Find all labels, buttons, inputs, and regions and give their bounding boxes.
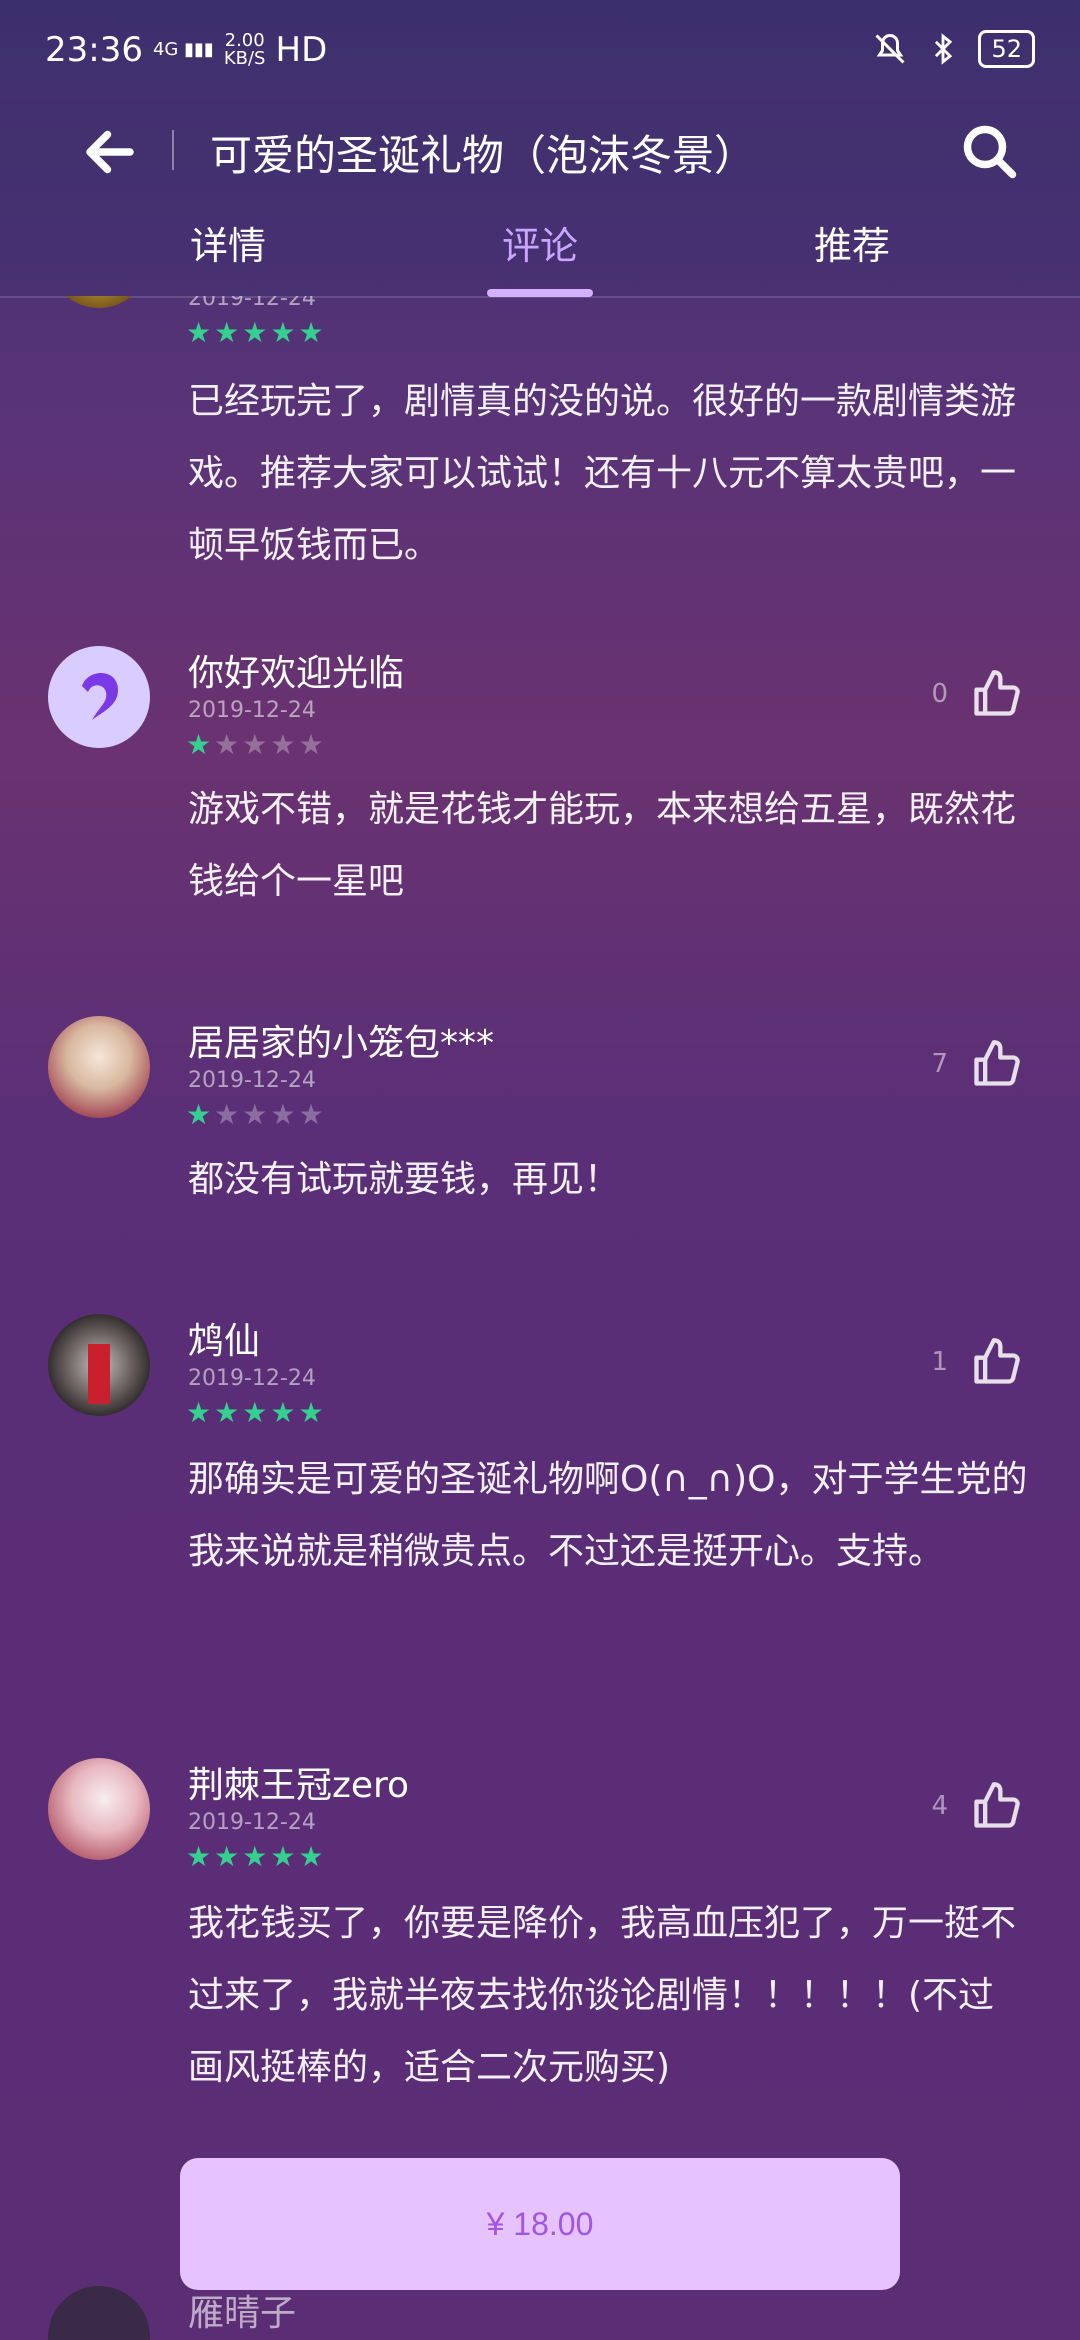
review-date: 2019-12-24 <box>188 698 316 723</box>
star-icon: ★ <box>186 728 215 761</box>
avatar[interactable] <box>48 1314 150 1416</box>
signal-icon: ▮▮▮ <box>184 39 214 60</box>
review-date: 2019-12-24 <box>188 1366 316 1391</box>
network-type: 4G <box>152 39 179 60</box>
star-icon: ★ <box>242 1098 271 1131</box>
thumbs-up-icon <box>974 1782 1020 1828</box>
review-text: 已经玩完了，剧情真的没的说。很好的一款剧情类游戏。推荐大家可以试试！还有十八元不… <box>188 381 1017 566</box>
search-icon[interactable] <box>960 122 1020 182</box>
speed-unit: KB/S <box>223 48 266 69</box>
bluetooth-icon <box>935 33 953 65</box>
star-icon: ★ <box>186 316 215 349</box>
star-icon: ★ <box>214 1098 243 1131</box>
star-rating: ★★★★★ <box>186 728 327 761</box>
review-item: 你好欢迎光临 2019-12-24 ★★★★★ 游戏不错，就是花钱才能玩，本来想… <box>0 646 1080 996</box>
avatar-detail <box>88 1344 110 1404</box>
back-arrow-icon[interactable] <box>80 122 140 182</box>
star-icon: ★ <box>242 316 271 349</box>
hd-indicator: HD <box>275 30 328 70</box>
star-icon: ★ <box>270 1396 299 1429</box>
review-list[interactable]: 2019-12-24 ★★★★★ 已经玩完了，剧情真的没的说。很好的一款剧情类游… <box>0 296 1080 2340</box>
thumbs-up-icon <box>974 1338 1020 1384</box>
tab-details[interactable]: 详情 <box>190 215 266 270</box>
star-icon: ★ <box>298 1840 327 1873</box>
star-icon: ★ <box>298 1098 327 1131</box>
avatar-logo-icon <box>82 672 118 720</box>
tab-bar: 详情 评论 推荐 <box>0 205 1080 297</box>
star-rating: ★★★★★ <box>186 316 327 349</box>
reviewer-name: 荆棘王冠zero <box>188 1765 410 1806</box>
clock: 23:36 <box>45 30 143 70</box>
star-icon: ★ <box>270 316 299 349</box>
header-divider <box>172 130 174 170</box>
reviewer-name: 你好欢迎光临 <box>188 653 405 694</box>
avatar[interactable] <box>48 1758 150 1860</box>
speed-indicator: 2.00 KB/S <box>224 32 266 68</box>
star-icon: ★ <box>270 1840 299 1873</box>
review-item: 雁晴子 <box>0 2286 1080 2340</box>
star-icon: ★ <box>298 1396 327 1429</box>
review-text: 都没有试玩就要钱，再见！ <box>188 1159 621 1200</box>
tab-comments[interactable]: 评论 <box>502 215 578 270</box>
like-count: 4 <box>931 1791 948 1821</box>
status-bar: 23:36 4G ▮▮▮ 2.00 KB/S HD 52 <box>0 0 1080 100</box>
network-indicator: 4G ▮▮▮ <box>153 41 214 59</box>
star-icon: ★ <box>186 1396 215 1429</box>
review-item: 荆棘王冠zero 2019-12-24 ★★★★★ 我花钱买了，你要是降价，我高… <box>0 1758 1080 2158</box>
star-icon: ★ <box>298 316 327 349</box>
like-button[interactable]: 1 <box>931 1336 1022 1388</box>
avatar[interactable] <box>48 2286 150 2340</box>
avatar[interactable] <box>48 646 150 748</box>
reviewer-name: 雁晴子 <box>188 2293 297 2334</box>
star-icon: ★ <box>270 1098 299 1131</box>
buy-button[interactable]: ¥ 18.00 <box>180 2158 900 2290</box>
avatar[interactable] <box>48 1016 150 1118</box>
status-right: 52 <box>872 30 1035 68</box>
app-header: 可爱的圣诞礼物（泡沫冬景） 详情 评论 推荐 <box>0 100 1080 298</box>
like-button[interactable]: 0 <box>931 668 1022 720</box>
thumbs-up-icon <box>974 1040 1020 1086</box>
review-text: 我花钱买了，你要是降价，我高血压犯了，万一挺不过来了，我就半夜去找你谈论剧情！！… <box>188 1903 1017 2088</box>
like-button[interactable]: 7 <box>931 1038 1022 1090</box>
star-icon: ★ <box>214 1840 243 1873</box>
status-left: 23:36 4G ▮▮▮ 2.00 KB/S HD <box>45 30 327 70</box>
star-icon: ★ <box>242 1396 271 1429</box>
like-count: 7 <box>931 1049 948 1079</box>
tab-recommend[interactable]: 推荐 <box>814 215 890 270</box>
mute-icon <box>875 33 906 64</box>
star-rating: ★★★★★ <box>186 1396 327 1429</box>
page-title: 可爱的圣诞礼物（泡沫冬景） <box>210 131 757 180</box>
like-count: 0 <box>931 679 948 709</box>
star-icon: ★ <box>186 1098 215 1131</box>
review-text: 游戏不错，就是花钱才能玩，本来想给五星，既然花钱给个一星吧 <box>188 789 1017 902</box>
review-date: 2019-12-24 <box>188 1810 316 1835</box>
star-icon: ★ <box>242 728 271 761</box>
star-icon: ★ <box>214 1396 243 1429</box>
star-rating: ★★★★★ <box>186 1098 327 1131</box>
star-icon: ★ <box>214 728 243 761</box>
avatar[interactable] <box>48 296 150 308</box>
reviewer-name: 居居家的小笼包*** <box>188 1023 495 1064</box>
review-item: 鸩仙 2019-12-24 ★★★★★ 那确实是可爱的圣诞礼物啊O(∩_∩)O，… <box>0 1314 1080 1734</box>
battery-icon: 52 <box>978 30 1035 68</box>
star-icon: ★ <box>270 728 299 761</box>
review-text: 那确实是可爱的圣诞礼物啊O(∩_∩)O，对于学生党的我来说就是稍微贵点。不过还是… <box>188 1459 1028 1572</box>
reviewer-name: 鸩仙 <box>188 1321 261 1362</box>
thumbs-up-icon <box>974 670 1020 716</box>
star-icon: ★ <box>242 1840 271 1873</box>
star-icon: ★ <box>186 1840 215 1873</box>
like-count: 1 <box>931 1347 948 1377</box>
star-rating: ★★★★★ <box>186 1840 327 1873</box>
review-date: 2019-12-24 <box>188 1068 316 1093</box>
review-item: 居居家的小笼包*** 2019-12-24 ★★★★★ 都没有试玩就要钱，再见！… <box>0 1016 1080 1296</box>
review-date: 2019-12-24 <box>188 296 316 311</box>
like-button[interactable]: 4 <box>931 1780 1022 1832</box>
star-icon: ★ <box>298 728 327 761</box>
star-icon: ★ <box>214 316 243 349</box>
